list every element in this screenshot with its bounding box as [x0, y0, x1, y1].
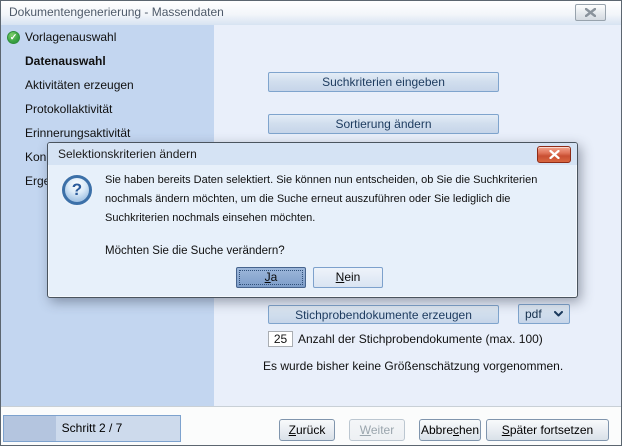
button-label-part: urück	[296, 423, 325, 437]
step-progress: Schritt 2 / 7	[3, 415, 181, 442]
stichprobendokumente-erzeugen-button[interactable]: Stichprobendokumente erzeugen	[268, 305, 499, 324]
suchkriterien-eingeben-button[interactable]: Suchkriterien eingeben	[268, 72, 499, 92]
ja-button[interactable]: Ja	[236, 267, 306, 288]
button-label-part: W	[360, 423, 371, 437]
sample-count-input[interactable]	[268, 331, 293, 347]
button-label-part: päter fortsetzen	[510, 423, 593, 437]
sidebar-item-label: Protokollaktivität	[25, 102, 112, 116]
sidebar-item-datenauswahl[interactable]: Datenauswahl	[1, 49, 214, 73]
sidebar-item-aktivitaeten-erzeugen[interactable]: Aktivitäten erzeugen	[1, 73, 214, 97]
sidebar-item-label: Erinnerungsaktivität	[25, 126, 130, 140]
dialog-question: Möchten Sie die Suche verändern?	[105, 245, 285, 257]
chevron-down-icon	[554, 311, 563, 317]
dialog-message-line: Suchkriterien nochmals einsehen möchten.	[105, 212, 315, 224]
sidebar-item-label: Kon	[25, 150, 46, 164]
sidebar-item-vorlagenauswahl[interactable]: ✓ Vorlagenauswahl	[1, 25, 214, 49]
dialog-message-line: nochmals ändern möchten, um die Suche er…	[105, 193, 510, 205]
weiter-button: Weiter	[349, 419, 405, 441]
close-icon	[585, 8, 596, 17]
window-close-button[interactable]	[575, 4, 606, 21]
wizard-window: Dokumentengenerierung - Massendaten ✓ Vo…	[0, 0, 622, 446]
abbrechen-button[interactable]: Abbrechen	[419, 419, 481, 441]
sortierung-aendern-button[interactable]: Sortierung ändern	[268, 114, 499, 134]
button-label-part: hen	[459, 423, 479, 437]
selektionskriterien-dialog: Selektionskriterien ändern ? Sie haben b…	[47, 142, 578, 298]
format-dropdown[interactable]: pdf	[518, 304, 570, 324]
button-label-part: ein	[344, 270, 360, 284]
sidebar-item-label: Vorlagenauswahl	[25, 30, 116, 44]
step-completed-check-icon: ✓	[7, 31, 20, 44]
step-progress-label: Schritt 2 / 7	[4, 416, 180, 441]
dialog-close-button[interactable]	[537, 146, 571, 163]
window-title: Dokumentengenerierung - Massendaten	[9, 1, 224, 24]
nein-button[interactable]: Nein	[313, 267, 383, 288]
button-label-part: Z	[289, 423, 296, 437]
spaeter-fortsetzen-button[interactable]: Später fortsetzen	[486, 419, 609, 441]
dialog-title: Selektionskriterien ändern	[58, 143, 197, 165]
size-estimate-status: Es wurde bisher keine Größenschätzung vo…	[263, 359, 563, 373]
window-titlebar: Dokumentengenerierung - Massendaten	[1, 1, 621, 25]
sidebar-item-label: Datenauswahl	[25, 54, 106, 68]
button-label-part: eiter	[371, 423, 394, 437]
zurueck-button[interactable]: Zurück	[279, 419, 335, 441]
sidebar-item-label: Aktivitäten erzeugen	[25, 78, 134, 92]
button-label-part: a	[271, 270, 278, 284]
wizard-footer: Schritt 2 / 7 Zurück Weiter Abbrechen Sp…	[1, 406, 621, 445]
format-dropdown-value: pdf	[525, 307, 542, 321]
close-icon	[549, 150, 560, 159]
dialog-message-line: Sie haben bereits Daten selektiert. Sie …	[105, 174, 537, 186]
question-mark-icon: ?	[62, 175, 92, 205]
button-label-part: S	[502, 423, 510, 437]
dialog-titlebar: Selektionskriterien ändern	[48, 143, 577, 165]
sample-count-label: Anzahl der Stichprobendokumente (max. 10…	[298, 332, 543, 346]
sidebar-item-protokollaktivitaet[interactable]: Protokollaktivität	[1, 97, 214, 121]
button-label-part: Abbre	[421, 423, 453, 437]
